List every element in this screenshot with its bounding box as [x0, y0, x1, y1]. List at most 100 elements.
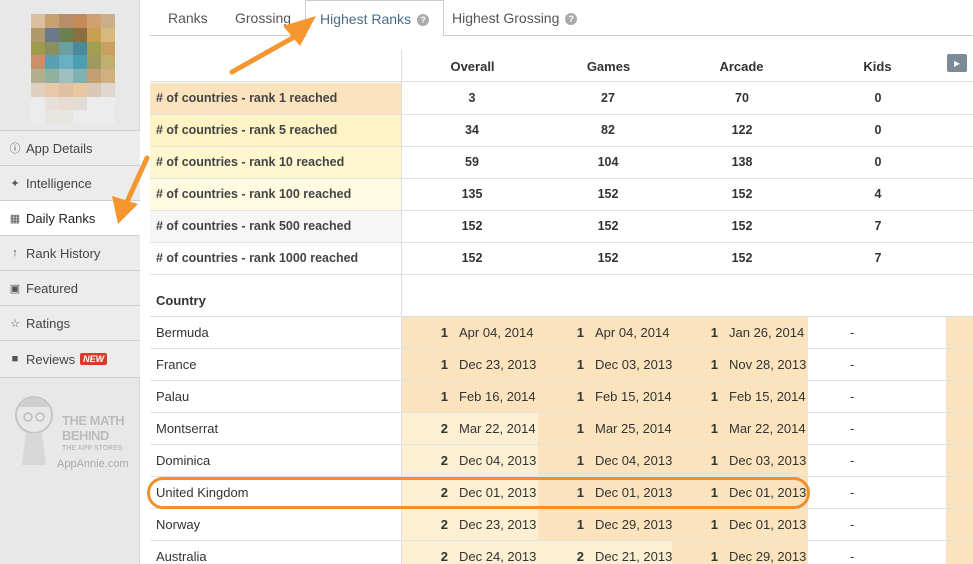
help-icon[interactable]: ?: [416, 14, 429, 26]
country-name: Australia: [156, 549, 207, 564]
sidebar-item-rank-history[interactable]: ↑ Rank History: [0, 235, 140, 270]
summary-value: 27: [601, 91, 615, 105]
summary-value: 0: [874, 91, 882, 105]
icon-pixel: [59, 110, 73, 124]
rank-cell: 2 Mar 22, 2014: [402, 413, 540, 444]
rank-cell: 2 Dec 04, 2013: [402, 445, 540, 476]
icon-pixel: [59, 27, 73, 42]
summary-value: 82: [601, 123, 615, 137]
col-arcade[interactable]: Arcade: [704, 59, 779, 74]
rank-cell: 1 Apr 04, 2014: [402, 317, 540, 348]
sidebar-item-app-details[interactable]: ⓘ App Details: [0, 130, 140, 165]
next-column-cell: [946, 317, 973, 348]
tab-highest-grossing[interactable]: Highest Grossing ?: [452, 0, 578, 36]
mascot-icon: [15, 396, 53, 465]
table-row[interactable]: Norway 2 Dec 23, 2013 1 Dec 29, 2013 1 Dec 01,…: [150, 509, 973, 541]
summary-row-label: # of countries - rank 10 reached: [150, 147, 401, 178]
icon-pixel: [73, 55, 87, 69]
sidebar-item-label: Intelligence: [26, 175, 92, 191]
rank-cell: 1 Mar 22, 2014: [672, 413, 808, 444]
rank-cell: 1 Jan 26, 2014: [672, 317, 808, 348]
new-badge: NEW: [80, 353, 108, 365]
tab-ranks[interactable]: Ranks: [168, 0, 208, 36]
summary-value: 135: [461, 187, 483, 201]
country-name: Norway: [156, 517, 201, 532]
rank-number: 1: [440, 389, 448, 404]
sidebar-item-daily-ranks[interactable]: ▦ Daily Ranks: [0, 200, 141, 235]
table-row[interactable]: Bermuda 1 Apr 04, 2014 1 Apr 04, 2014 1 Jan 26…: [150, 317, 973, 349]
rank-cell: 1 Mar 25, 2014: [538, 413, 672, 444]
icon-pixel: [45, 41, 59, 56]
tab-highest-ranks[interactable]: Highest Ranks ?: [305, 0, 444, 37]
tab-label: Ranks: [168, 10, 208, 26]
summary-value: 152: [461, 251, 483, 265]
rank-cell: 1 Dec 29, 2013: [538, 509, 672, 540]
summary-row: # of countries - rank 1 reached 3 27 70 0: [150, 83, 973, 115]
tab-label: Highest Grossing: [452, 10, 560, 26]
table-row[interactable]: France 1 Dec 23, 2013 1 Dec 03, 2013 1 Nov 28,…: [150, 349, 973, 381]
icon-pixel: [45, 69, 59, 83]
summary-row: # of countries - rank 5 reached 34 82 122 0: [150, 115, 973, 147]
sidebar-item-featured[interactable]: ▣ Featured: [0, 270, 140, 305]
sidebar-item-reviews[interactable]: ■ Reviews NEW: [0, 340, 140, 378]
rank-number: 1: [710, 549, 718, 564]
rank-number: 1: [710, 325, 718, 340]
kids-value: -: [850, 517, 855, 532]
col-games[interactable]: Games: [571, 59, 646, 74]
next-column-cell: [946, 381, 973, 412]
promo-banner[interactable]: THE MATH BEHIND THE APP STORES AppAnnie.…: [10, 385, 130, 480]
summary-value: 138: [731, 155, 753, 169]
icon-pixel: [31, 55, 45, 69]
rank-date: Mar 22, 2014: [459, 421, 536, 436]
icon-pixel: [73, 82, 87, 97]
rank-cell: 1 Dec 29, 2013: [672, 541, 808, 564]
rank-number: 2: [440, 549, 448, 564]
star-icon: ☆: [10, 317, 20, 330]
next-column-cell: [946, 541, 973, 564]
summary-value: 59: [465, 155, 479, 169]
icon-pixel: [31, 27, 45, 42]
rank-number: 1: [576, 453, 584, 468]
rank-number: 1: [710, 421, 718, 436]
table-row[interactable]: Palau 1 Feb 16, 2014 1 Feb 15, 2014 1 Feb 15, …: [150, 381, 973, 413]
icon-pixel: [59, 41, 73, 56]
summary-value: 0: [874, 123, 882, 137]
col-overall[interactable]: Overall: [435, 59, 510, 74]
featured-icon: ▣: [9, 282, 21, 295]
summary-value: 7: [874, 251, 882, 265]
table-row[interactable]: Montserrat 2 Mar 22, 2014 1 Mar 25, 2014 1 Mar…: [150, 413, 973, 445]
summary-row-label: # of countries - rank 5 reached: [150, 115, 401, 146]
rank-date: Feb 16, 2014: [459, 389, 536, 404]
summary-value: 104: [597, 155, 619, 169]
kids-value: -: [850, 485, 855, 500]
sidebar-item-label: App Details: [26, 140, 93, 156]
rank-date: Dec 04, 2013: [459, 453, 537, 468]
icon-pixel: [101, 55, 115, 69]
sidebar-item-ratings[interactable]: ☆ Ratings: [0, 305, 140, 340]
icon-pixel: [59, 82, 73, 97]
app-annie-page: ⓘ App Details ✦ Intelligence ▦ Daily Ran…: [0, 0, 973, 564]
icon-pixel: [45, 27, 59, 42]
rank-date: Feb 15, 2014: [595, 389, 672, 404]
next-columns-button[interactable]: ▸: [947, 54, 967, 72]
sidebar-item-label: Reviews: [26, 351, 76, 367]
icon-pixel: [45, 82, 59, 97]
col-kids[interactable]: Kids: [840, 59, 915, 74]
table-row[interactable]: Dominica 2 Dec 04, 2013 1 Dec 04, 2013 1 Dec 0…: [150, 445, 973, 477]
icon-pixel: [87, 27, 101, 42]
rank-cell: 1 Feb 16, 2014: [402, 381, 540, 412]
tab-grossing[interactable]: Grossing: [235, 0, 291, 36]
kids-value: -: [850, 421, 855, 436]
summary-value: 0: [874, 155, 882, 169]
table-row[interactable]: Australia 2 Dec 24, 2013 2 Dec 21, 2013 1 Dec …: [150, 541, 973, 564]
country-column-header: Country: [156, 293, 206, 308]
kids-value: -: [850, 389, 855, 404]
rank-number: 2: [576, 549, 584, 564]
rank-number: 1: [440, 357, 448, 372]
chat-icon: ■: [11, 353, 19, 365]
sidebar-item-intelligence[interactable]: ✦ Intelligence: [0, 165, 140, 200]
help-icon[interactable]: ?: [565, 13, 578, 25]
icon-pixel: [73, 27, 87, 42]
rank-date: Dec 03, 2013: [595, 357, 673, 372]
rank-number: 1: [710, 453, 718, 468]
